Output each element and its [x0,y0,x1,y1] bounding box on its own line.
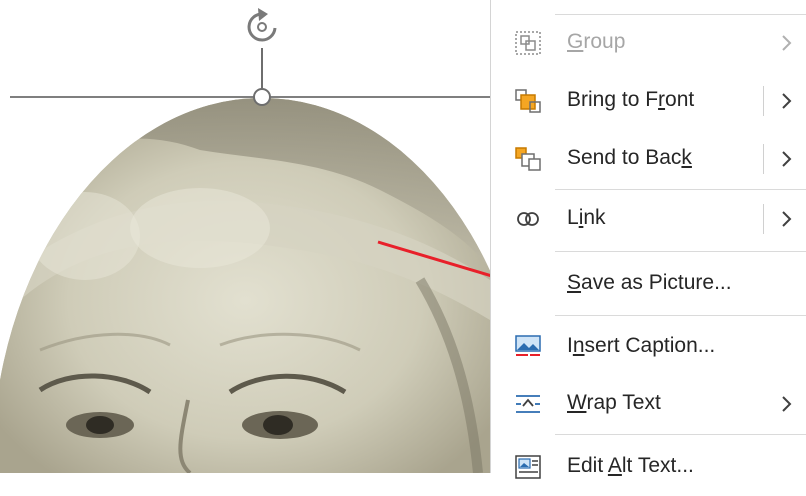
split-divider [763,204,764,234]
menu-item-label: Save as Picture... [567,271,732,294]
menu-separator [555,251,806,252]
chevron-right-icon [782,396,792,412]
split-divider [763,86,764,116]
context-menu: Group Bring to Front Send to Back Link S… [490,0,806,479]
send-to-back-icon [515,147,541,171]
menu-separator [555,315,806,316]
menu-item-link[interactable]: Link [491,190,806,248]
menu-item-label: Group [567,30,626,53]
menu-item-group[interactable]: Group [491,14,806,72]
menu-item-send-to-back[interactable]: Send to Back [491,130,806,188]
bring-to-front-icon [515,89,541,113]
chevron-right-icon[interactable] [775,90,797,112]
document-canvas: Group Bring to Front Send to Back Link S… [0,0,806,479]
selected-picture-area [0,0,490,473]
rotate-handle-icon[interactable] [247,8,277,42]
insert-caption-icon [515,335,541,356]
group-icon [515,31,541,55]
chevron-right-icon [782,35,792,51]
menu-item-edit-alt-text[interactable]: Edit Alt Text... [491,438,806,496]
photo-svg [0,8,490,473]
wrap-text-icon [516,395,540,413]
menu-item-label: Bring to Front [567,88,695,111]
menu-item-label: Link [567,206,606,229]
edit-alt-text-icon [515,455,541,479]
portrait-photo[interactable] [0,90,490,473]
menu-item-label: Insert Caption... [567,334,716,357]
menu-item-label: Send to Back [567,146,692,169]
menu-item-label: Wrap Text [567,391,661,414]
resize-handle-top[interactable] [253,88,271,106]
menu-item-save-as-picture[interactable]: Save as Picture... [491,255,806,313]
menu-item-wrap-text[interactable]: Wrap Text [491,375,806,433]
menu-separator [555,434,806,435]
menu-item-bring-to-front[interactable]: Bring to Front [491,72,806,130]
menu-item-label: Edit Alt Text... [567,454,694,477]
link-icon [517,212,539,226]
chevron-right-icon[interactable] [775,148,797,170]
chevron-right-icon[interactable] [775,208,797,230]
menu-item-insert-caption[interactable]: Insert Caption... [491,318,806,376]
split-divider [763,144,764,174]
